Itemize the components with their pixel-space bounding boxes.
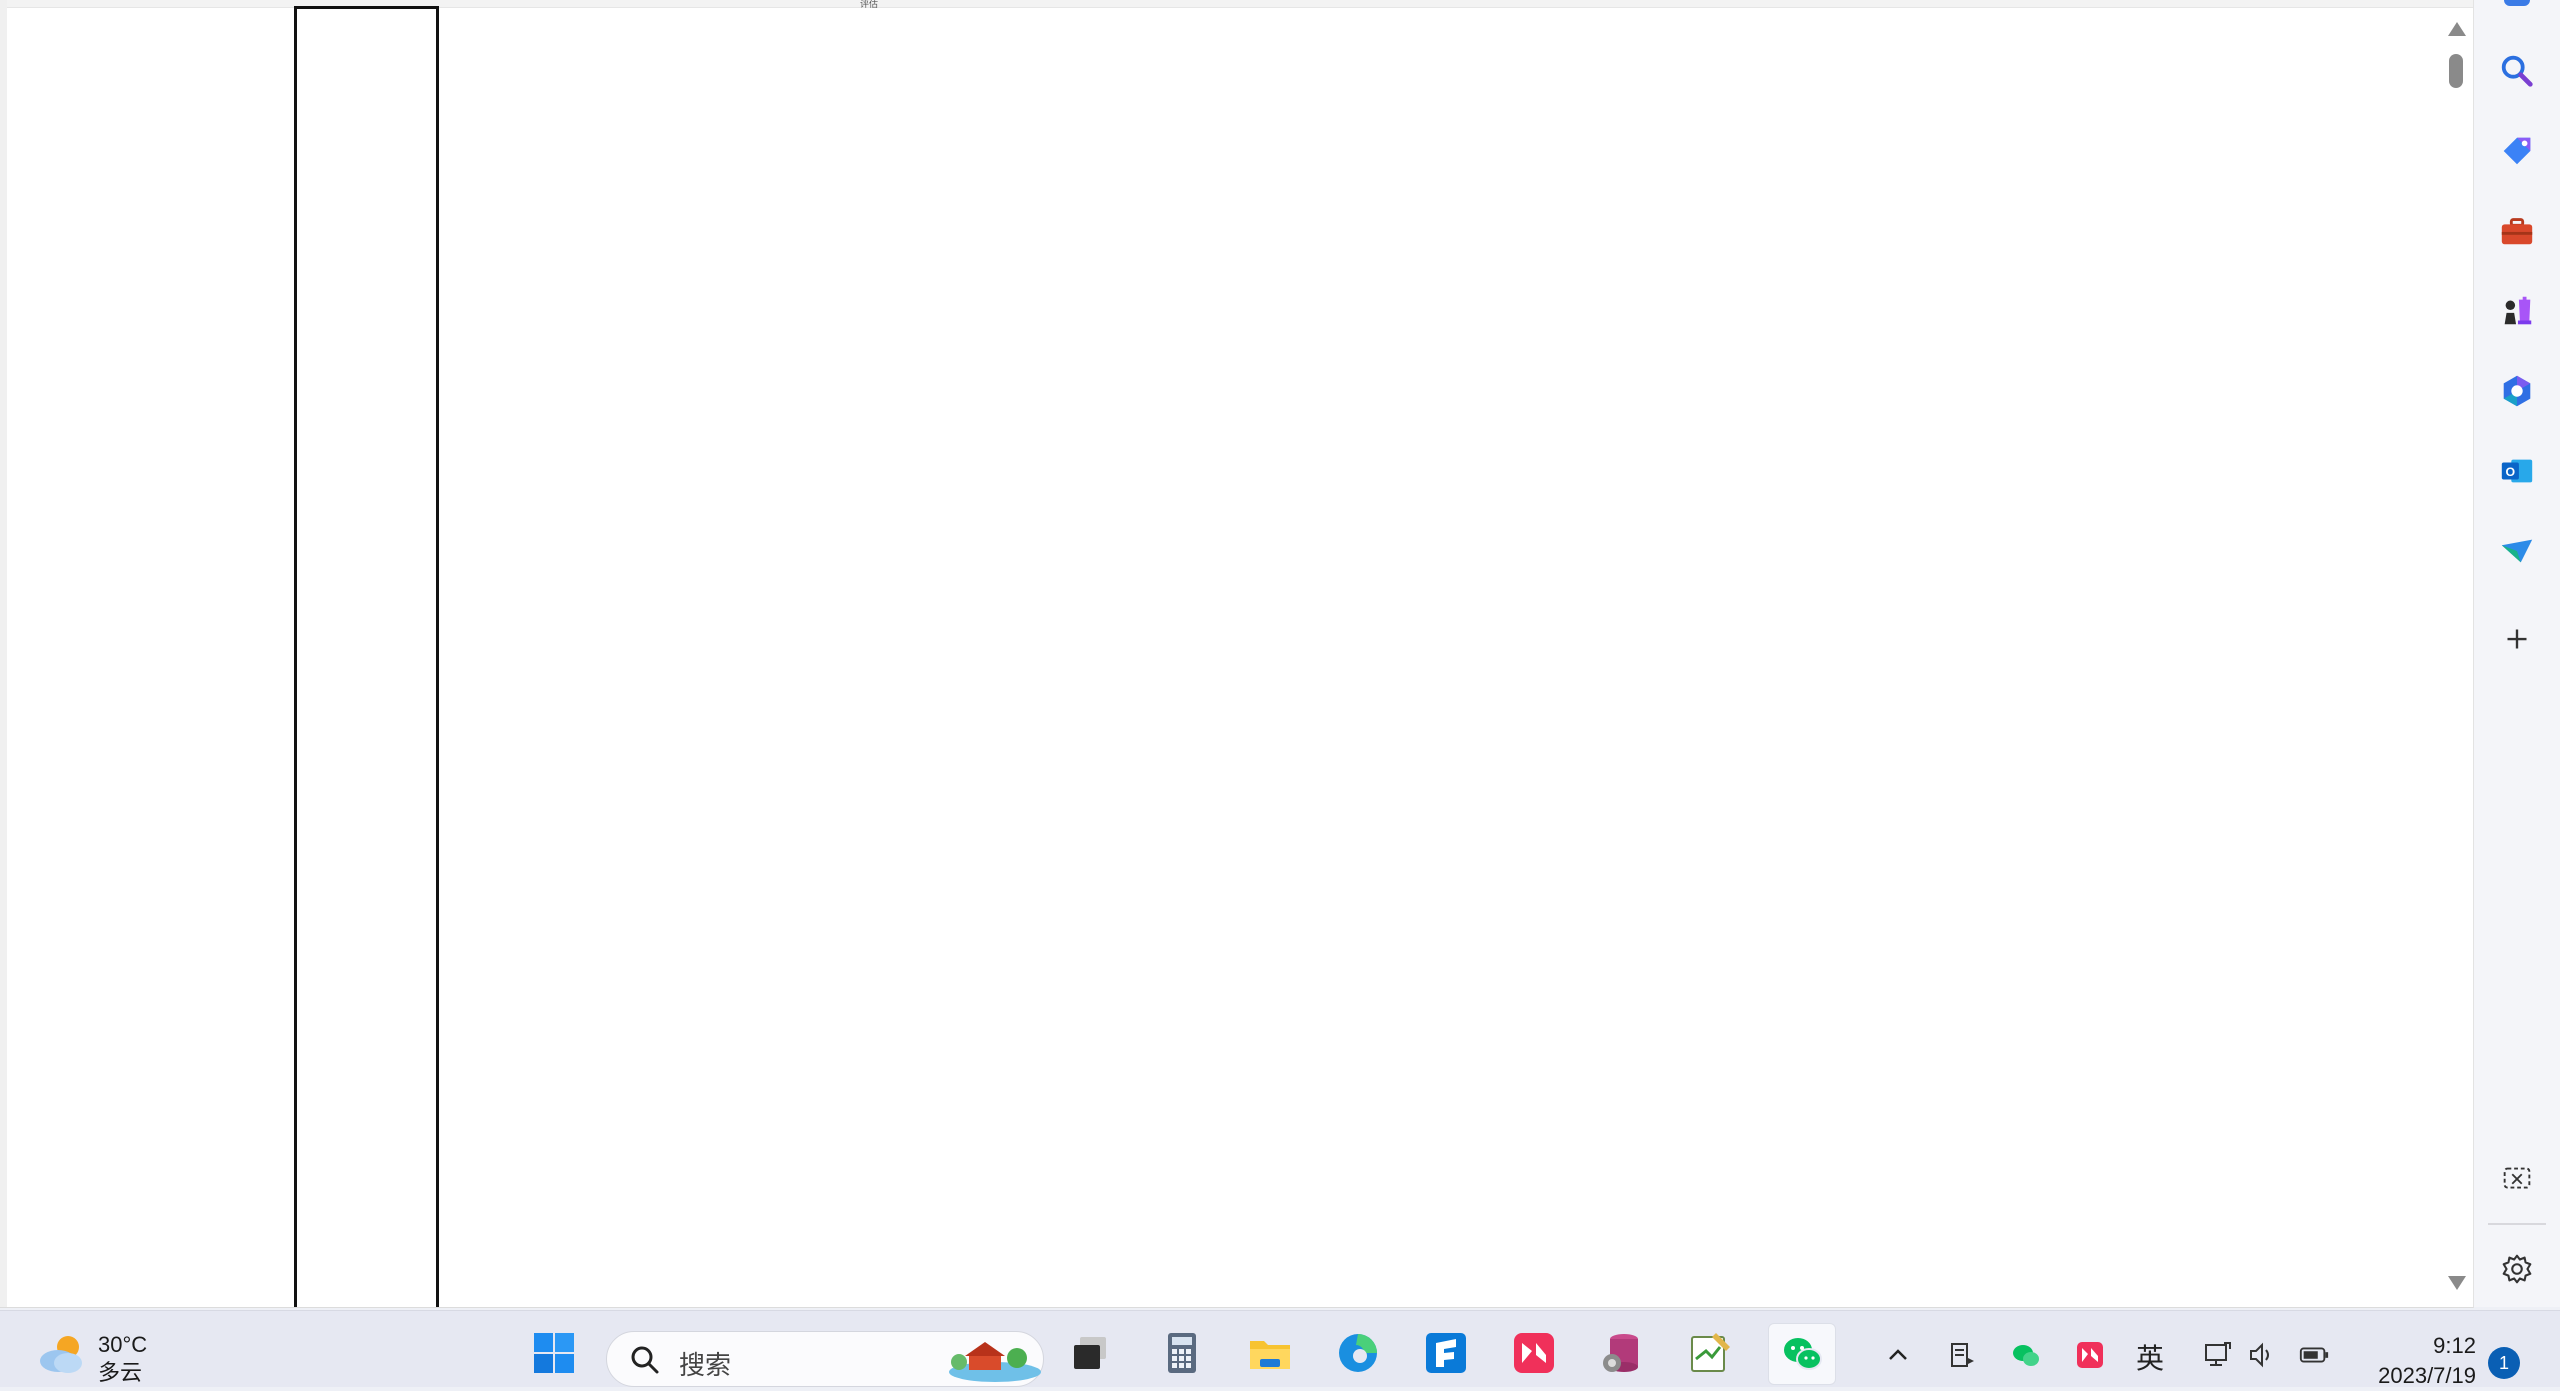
app-red-icon xyxy=(1514,1333,1554,1373)
notepad-app[interactable] xyxy=(1684,1327,1736,1379)
sidebar-search-button[interactable] xyxy=(2492,46,2542,96)
shopping-tag-icon xyxy=(2503,137,2531,165)
add-icon xyxy=(2507,629,2527,649)
document-viewer[interactable]: 评估 xyxy=(0,0,2474,1308)
table-column xyxy=(294,6,439,1307)
sidebar-divider xyxy=(2488,1223,2546,1225)
taskbar-search-box[interactable]: 搜索 xyxy=(606,1331,1044,1387)
page-header-fragment: 评估 xyxy=(860,0,879,9)
notification-badge[interactable]: 1 xyxy=(2488,1347,2520,1379)
sidebar-add-button[interactable] xyxy=(2492,614,2542,664)
red-app[interactable] xyxy=(1508,1327,1560,1379)
outlook-icon: O xyxy=(2501,459,2533,483)
search-icon xyxy=(631,1346,659,1374)
weather-temperature: 30°C xyxy=(98,1332,148,1357)
weather-condition: 多云 xyxy=(98,1360,143,1385)
sidebar-screenshot-button[interactable] xyxy=(2492,1154,2542,1204)
sidebar-games-button[interactable] xyxy=(2492,286,2542,336)
file-explorer-app[interactable] xyxy=(1244,1327,1296,1379)
sidebar-send-button[interactable] xyxy=(2492,526,2542,576)
system-clock[interactable]: 9:12 2023/7/19 xyxy=(2360,1331,2476,1391)
sidebar-tools-button[interactable] xyxy=(2492,206,2542,256)
taskbar: 30°C 多云 搜索 英 9:12 2023/7/19 1 xyxy=(0,1310,2560,1388)
screenshot-icon xyxy=(2503,1167,2531,1189)
f-app[interactable] xyxy=(1420,1327,1472,1379)
app-f-icon xyxy=(1426,1333,1466,1373)
edge-icon xyxy=(1339,1334,1377,1372)
sidebar-shopping-button[interactable] xyxy=(2492,126,2542,176)
viewer-left-edge xyxy=(0,0,7,1307)
partly-cloudy-icon xyxy=(40,1336,82,1373)
calculator-app[interactable] xyxy=(1156,1327,1208,1379)
show-hidden-icons-button[interactable] xyxy=(1882,1335,1914,1375)
file-explorer-icon xyxy=(1250,1341,1290,1369)
start-button[interactable] xyxy=(528,1327,580,1379)
clock-date: 2023/7/19 xyxy=(2378,1363,2476,1388)
search-icon xyxy=(2501,55,2533,87)
task-view-icon xyxy=(1074,1337,1106,1369)
sidebar-office-button[interactable] xyxy=(2492,366,2542,416)
network-icon xyxy=(2205,1342,2231,1366)
vertical-scrollbar[interactable] xyxy=(2440,8,2470,1307)
scroll-thumb[interactable] xyxy=(2449,54,2463,88)
chess-games-icon xyxy=(2504,296,2532,325)
wechat-tray-icon xyxy=(2013,1345,2039,1366)
app-red-tray-icon xyxy=(2077,1342,2103,1368)
tray-document-sync[interactable] xyxy=(1946,1335,1978,1375)
task-view-button[interactable] xyxy=(1064,1327,1116,1379)
clock-time: 9:12 xyxy=(2433,1333,2476,1358)
input-language-indicator[interactable]: 英 xyxy=(2136,1337,2164,1377)
office-m365-icon xyxy=(2503,375,2531,407)
search-highlight-art-icon xyxy=(949,1342,1041,1382)
wechat-app[interactable] xyxy=(1768,1323,1836,1385)
search-placeholder: 搜索 xyxy=(679,1350,732,1380)
tray-red-app[interactable] xyxy=(2074,1335,2106,1375)
toolbox-icon xyxy=(2501,218,2533,245)
volume-icon xyxy=(2250,1342,2269,1368)
scroll-down-arrow-icon[interactable] xyxy=(2448,1276,2466,1290)
edge-browser-app[interactable] xyxy=(1332,1327,1384,1379)
sidebar-settings-button[interactable] xyxy=(2492,1244,2542,1294)
tray-volume[interactable] xyxy=(2246,1335,2278,1375)
database-app[interactable] xyxy=(1596,1327,1648,1379)
wechat-icon xyxy=(1784,1338,1822,1370)
tray-wechat[interactable] xyxy=(2010,1335,2042,1375)
tray-network[interactable] xyxy=(2200,1335,2236,1375)
notepad-icon xyxy=(1691,1333,1730,1372)
tray-battery[interactable] xyxy=(2296,1335,2332,1375)
scroll-up-arrow-icon[interactable] xyxy=(2448,22,2466,36)
sidebar-top-indicator xyxy=(2504,0,2530,6)
svg-text:O: O xyxy=(2506,465,2516,479)
database-icon xyxy=(1603,1334,1638,1372)
sidebar-outlook-button[interactable]: O xyxy=(2492,446,2542,496)
weather-widget[interactable]: 30°C 多云 xyxy=(34,1329,147,1387)
chevron-up-icon xyxy=(1889,1349,1907,1360)
telegram-send-icon xyxy=(2501,539,2533,563)
document-sync-icon xyxy=(1951,1343,1974,1367)
settings-icon xyxy=(2502,1254,2532,1284)
start-icon xyxy=(534,1333,574,1373)
edge-sidebar: O xyxy=(2474,0,2560,1307)
battery-icon xyxy=(2299,1347,2329,1363)
calculator-icon xyxy=(1168,1333,1196,1373)
